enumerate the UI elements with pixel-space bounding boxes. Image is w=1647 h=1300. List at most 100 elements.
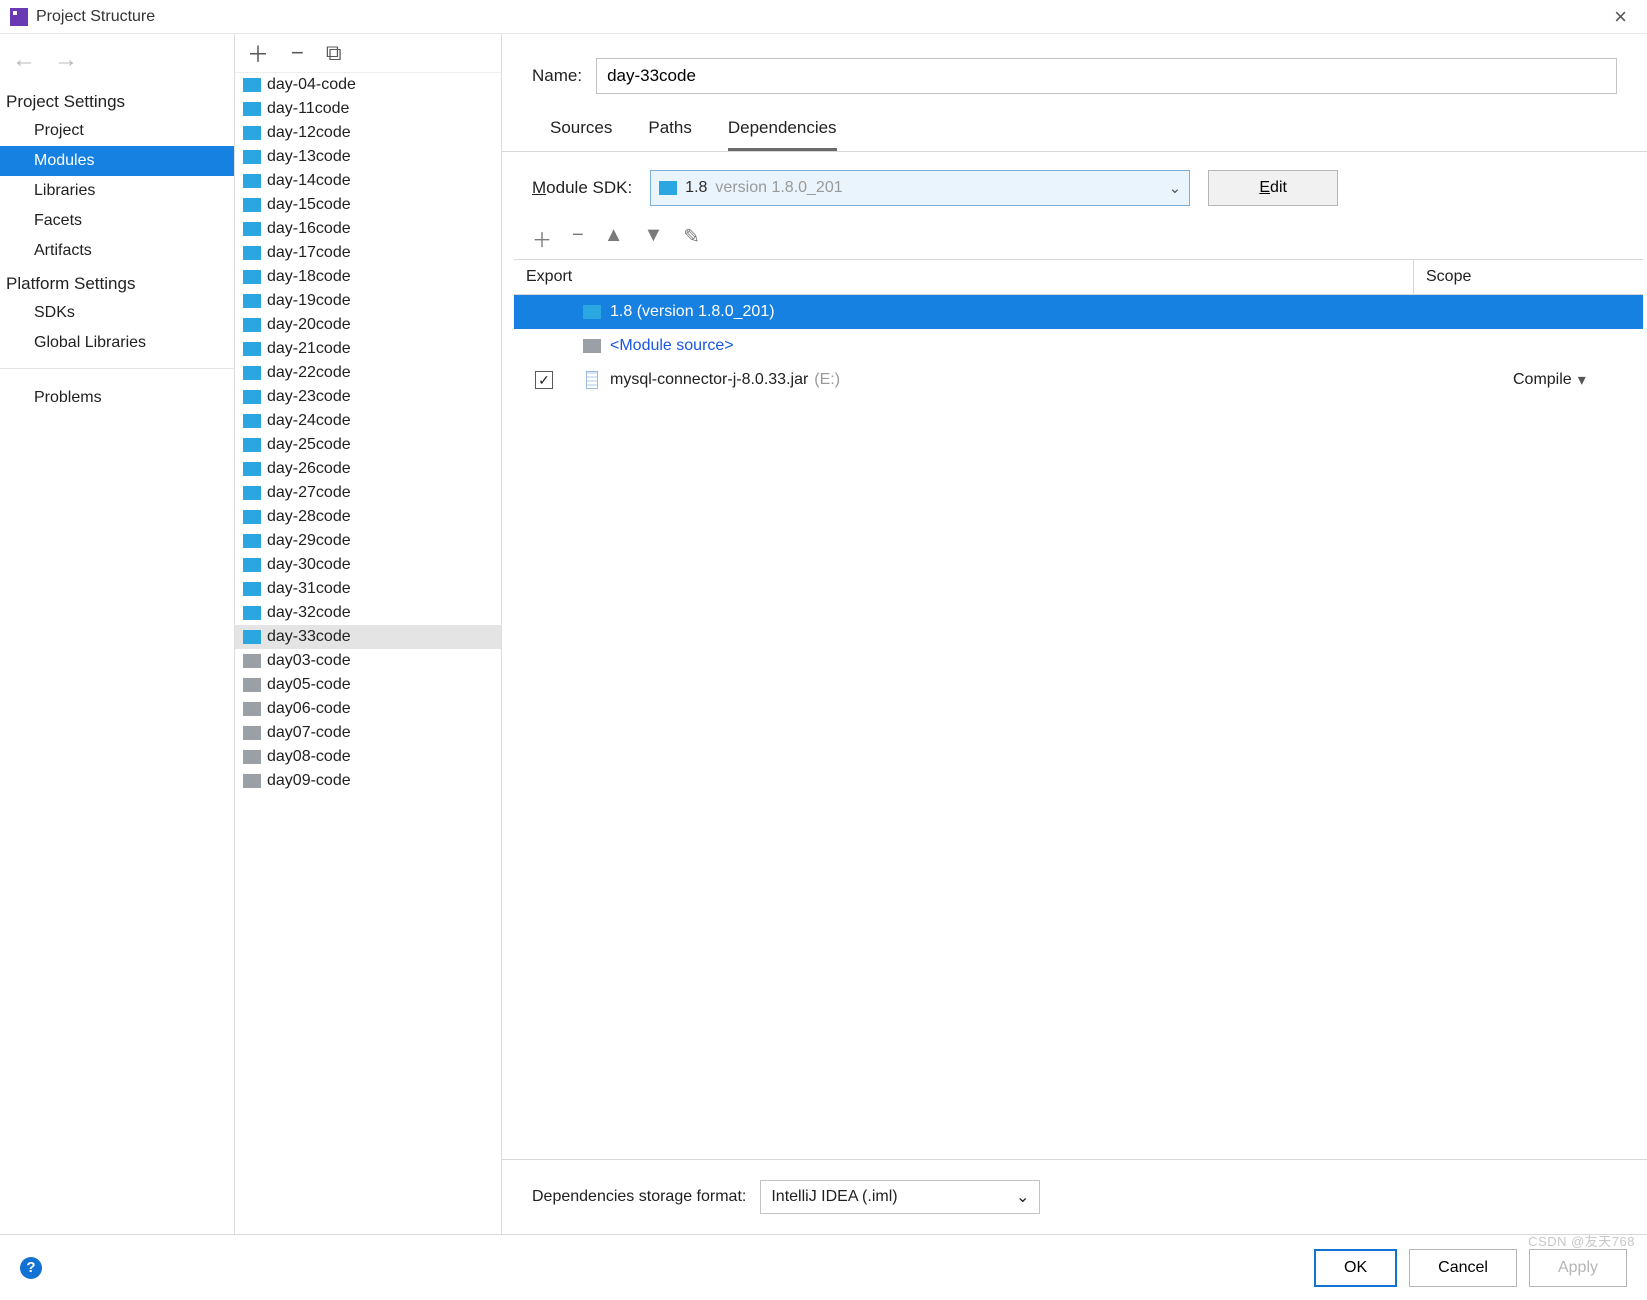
- nav-forward-icon[interactable]: →: [54, 46, 78, 74]
- module-item-label: day-22code: [267, 364, 351, 382]
- module-item[interactable]: day-17code: [235, 241, 501, 265]
- module-sdk-select[interactable]: 1.8 version 1.8.0_201 ⌄: [650, 170, 1190, 206]
- module-item[interactable]: day-20code: [235, 313, 501, 337]
- module-item[interactable]: day-33code: [235, 625, 501, 649]
- edit-sdk-button[interactable]: Edit: [1208, 170, 1338, 206]
- module-item[interactable]: day-15code: [235, 193, 501, 217]
- problems-nav[interactable]: Problems: [0, 379, 234, 413]
- copy-module-icon[interactable]: ⧉: [326, 40, 342, 66]
- module-item[interactable]: day03-code: [235, 649, 501, 673]
- module-item[interactable]: day09-code: [235, 769, 501, 793]
- remove-module-icon[interactable]: −: [291, 40, 304, 66]
- module-item[interactable]: day06-code: [235, 697, 501, 721]
- dependency-path: (E:): [814, 371, 840, 389]
- jar-icon: [586, 371, 598, 389]
- module-item[interactable]: day-30code: [235, 553, 501, 577]
- module-folder-icon: [243, 438, 261, 452]
- close-icon[interactable]: ×: [1604, 4, 1637, 30]
- storage-format-select[interactable]: IntelliJ IDEA (.iml) ⌄: [760, 1180, 1040, 1214]
- module-item[interactable]: day-27code: [235, 481, 501, 505]
- move-down-icon[interactable]: ▼: [643, 224, 663, 253]
- module-item[interactable]: day-18code: [235, 265, 501, 289]
- ok-button[interactable]: OK: [1314, 1249, 1397, 1287]
- module-item-label: day-15code: [267, 196, 351, 214]
- app-logo-icon: [10, 8, 28, 26]
- dialog-footer: ? OK Cancel Apply: [0, 1234, 1647, 1300]
- chevron-down-icon: ▾: [1578, 370, 1586, 390]
- dependency-scope[interactable]: Compile: [1513, 371, 1572, 389]
- project-settings-header: Project Settings: [0, 84, 234, 116]
- module-folder-icon: [243, 678, 261, 692]
- module-item-label: day-17code: [267, 244, 351, 262]
- module-folder-icon: [243, 78, 261, 92]
- add-module-icon[interactable]: ＋: [247, 37, 269, 69]
- nav-item-modules[interactable]: Modules: [0, 146, 234, 176]
- module-item[interactable]: day-24code: [235, 409, 501, 433]
- module-item[interactable]: day-16code: [235, 217, 501, 241]
- module-folder-icon: [243, 654, 261, 668]
- title-bar: Project Structure ×: [0, 0, 1647, 34]
- module-item-label: day07-code: [267, 724, 351, 742]
- module-folder-icon: [243, 102, 261, 116]
- tab-dependencies[interactable]: Dependencies: [728, 112, 837, 151]
- module-item[interactable]: day-13code: [235, 145, 501, 169]
- nav-item-artifacts[interactable]: Artifacts: [0, 236, 234, 266]
- chevron-down-icon: ⌄: [1169, 179, 1182, 197]
- cancel-button[interactable]: Cancel: [1409, 1249, 1517, 1287]
- module-item[interactable]: day-29code: [235, 529, 501, 553]
- module-item[interactable]: day-19code: [235, 289, 501, 313]
- module-source-folder-icon: [583, 339, 601, 353]
- nav-item-project[interactable]: Project: [0, 116, 234, 146]
- module-folder-icon: [243, 246, 261, 260]
- module-folder-icon: [243, 222, 261, 236]
- module-folder-icon: [243, 750, 261, 764]
- module-item-label: day05-code: [267, 676, 351, 694]
- module-item[interactable]: day-23code: [235, 385, 501, 409]
- module-name-input[interactable]: [596, 58, 1617, 94]
- module-folder-icon: [243, 414, 261, 428]
- module-item-label: day-30code: [267, 556, 351, 574]
- module-item[interactable]: day07-code: [235, 721, 501, 745]
- module-item[interactable]: day-14code: [235, 169, 501, 193]
- tab-sources[interactable]: Sources: [550, 112, 612, 151]
- module-item[interactable]: day-11code: [235, 97, 501, 121]
- edit-dep-icon[interactable]: ✎: [683, 224, 700, 253]
- add-dep-icon[interactable]: ＋: [532, 224, 552, 253]
- nav-back-icon[interactable]: ←: [12, 46, 36, 74]
- module-folder-icon: [243, 198, 261, 212]
- module-item[interactable]: day-32code: [235, 601, 501, 625]
- module-item[interactable]: day-25code: [235, 433, 501, 457]
- module-item[interactable]: day-12code: [235, 121, 501, 145]
- help-icon[interactable]: ?: [20, 1257, 42, 1279]
- modules-panel: ＋ − ⧉ day-04-codeday-11codeday-12codeday…: [235, 34, 502, 1234]
- module-item[interactable]: day-28code: [235, 505, 501, 529]
- module-item-label: day-11code: [267, 100, 349, 118]
- module-item[interactable]: day-31code: [235, 577, 501, 601]
- module-item[interactable]: day05-code: [235, 673, 501, 697]
- dependency-row[interactable]: ✓mysql-connector-j-8.0.33.jar (E:)Compil…: [514, 363, 1643, 397]
- sdk-folder-icon: [659, 181, 677, 195]
- remove-dep-icon[interactable]: −: [572, 224, 584, 253]
- module-item-label: day-14code: [267, 172, 351, 190]
- tab-paths[interactable]: Paths: [648, 112, 691, 151]
- nav-item-global-libraries[interactable]: Global Libraries: [0, 328, 234, 358]
- nav-item-libraries[interactable]: Libraries: [0, 176, 234, 206]
- move-up-icon[interactable]: ▲: [604, 224, 624, 253]
- nav-item-facets[interactable]: Facets: [0, 206, 234, 236]
- module-item[interactable]: day-04-code: [235, 73, 501, 97]
- nav-item-sdks[interactable]: SDKs: [0, 298, 234, 328]
- module-item[interactable]: day-26code: [235, 457, 501, 481]
- module-item[interactable]: day-21code: [235, 337, 501, 361]
- platform-settings-header: Platform Settings: [0, 266, 234, 298]
- export-checkbox[interactable]: ✓: [535, 371, 553, 389]
- watermark: CSDN @友天768: [1528, 1231, 1635, 1250]
- dependency-row[interactable]: <Module source>: [514, 329, 1643, 363]
- module-item[interactable]: day-22code: [235, 361, 501, 385]
- dependency-row[interactable]: 1.8 (version 1.8.0_201): [514, 295, 1643, 329]
- module-item[interactable]: day08-code: [235, 745, 501, 769]
- module-folder-icon: [243, 270, 261, 284]
- module-item-label: day-29code: [267, 532, 351, 550]
- module-folder-icon: [243, 534, 261, 548]
- module-item-label: day-26code: [267, 460, 351, 478]
- chevron-down-icon: ⌄: [1016, 1187, 1029, 1207]
